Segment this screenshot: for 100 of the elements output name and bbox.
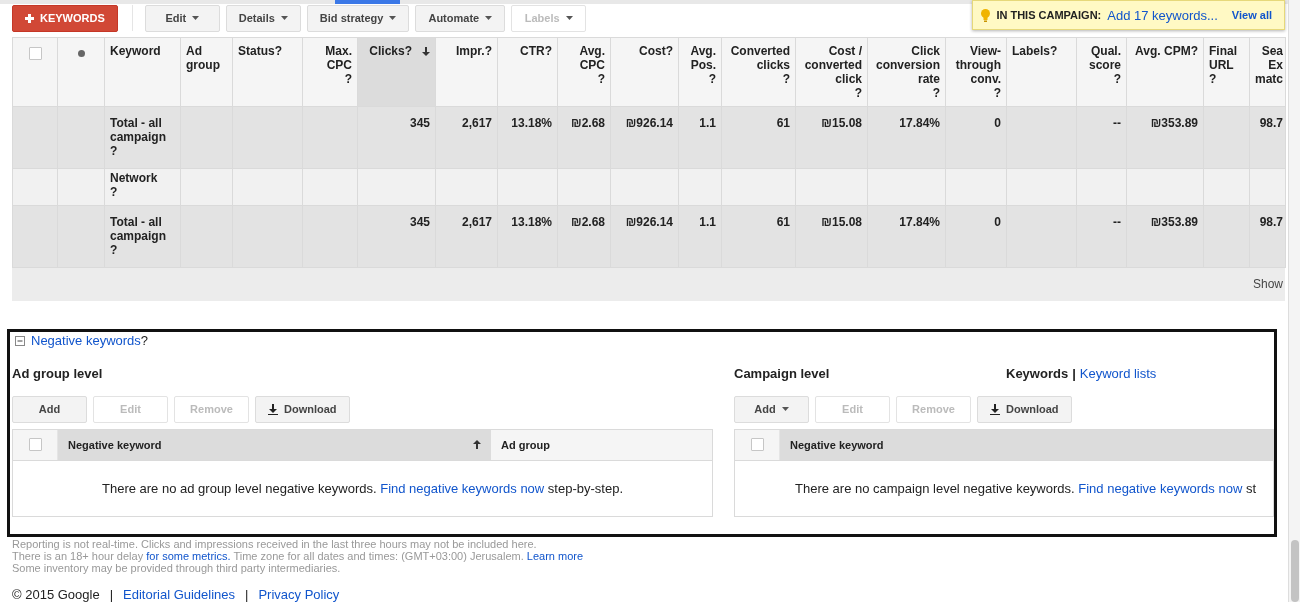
column-header[interactable]: Negative keyword [790, 438, 884, 451]
checkbox[interactable] [28, 438, 42, 452]
toolbar-button[interactable]: Details [225, 4, 301, 32]
table-cell: 0 [945, 106, 1007, 169]
scrollbar-thumb[interactable] [1291, 540, 1299, 602]
help-icon[interactable]: ? [1050, 43, 1058, 58]
table-cell: 0 [945, 205, 1007, 268]
help-icon[interactable]: ? [344, 71, 352, 86]
action-button[interactable]: Add [734, 395, 809, 423]
help-icon[interactable]: ? [597, 71, 605, 86]
dot-icon [77, 49, 85, 57]
table-cell: ₪926.14 [610, 106, 679, 169]
help-icon[interactable]: ? [708, 71, 716, 86]
table-cell: 2,617 [435, 106, 498, 169]
section-title-link[interactable]: Negative keywords [31, 333, 141, 349]
footer-link[interactable]: for some metrics. [146, 550, 231, 562]
help-icon[interactable]: ? [274, 43, 283, 58]
checkbox[interactable] [750, 438, 764, 452]
table-cell: 61 [721, 106, 796, 169]
column-header[interactable]: Clicks [369, 43, 405, 58]
find-negative-keywords-link[interactable]: Find negative keywords now [380, 480, 545, 496]
download-button[interactable]: Download [977, 395, 1072, 423]
tab[interactable]: Keywords [1006, 366, 1069, 382]
help-icon[interactable]: ? [1209, 71, 1217, 86]
column-header[interactable]: Labels [1012, 43, 1050, 58]
help-icon[interactable]: ? [1190, 43, 1198, 58]
column-header[interactable]: Sea Ex matc [1252, 43, 1283, 86]
table-cell: ₪2.68 [557, 205, 611, 268]
caret-icon [781, 407, 789, 412]
toolbar-button[interactable]: Bid strategy [306, 4, 410, 32]
separator: | [245, 587, 249, 602]
column-header[interactable]: Impr. [455, 43, 485, 58]
table-cell: 13.18% [497, 205, 558, 268]
action-button[interactable]: Add [12, 395, 87, 423]
column-header[interactable]: View-through conv. [951, 43, 1001, 86]
panel-title: Campaign level [734, 366, 830, 382]
help-icon[interactable]: ? [782, 71, 790, 86]
copyright-text: © 2015 Google [12, 587, 100, 602]
caret-icon [192, 16, 200, 21]
footnote: Reporting is not real-time. Clicks and impressions received in the last three hours may not be included here. [12, 538, 538, 550]
column-header[interactable]: Avg. Pos. [684, 43, 716, 72]
help-icon[interactable]: ? [854, 85, 862, 100]
column-header[interactable]: Qual. score [1082, 43, 1121, 72]
column-header[interactable]: Final URL [1209, 43, 1244, 72]
download-icon [268, 403, 278, 415]
help-icon[interactable]: ? [140, 333, 149, 349]
panel-title: Ad group level [12, 366, 103, 382]
view-all-link[interactable]: View all [1231, 9, 1272, 21]
column-header[interactable]: Ad group [186, 43, 227, 72]
toolbar-button[interactable]: Automate [415, 4, 506, 32]
footer-link[interactable]: Learn more [526, 550, 584, 562]
help-icon[interactable]: ? [544, 43, 552, 58]
column-header[interactable]: Click conversion rate [873, 43, 940, 86]
download-icon [990, 403, 1000, 415]
footnote: There is an 18+ hour delay for some metrics. Time zone for all dates and times: (GMT+03:00) Jerusalem. Learn more [12, 550, 585, 562]
help-icon[interactable]: ? [932, 85, 940, 100]
tab[interactable]: Keyword lists [1079, 366, 1157, 382]
help-icon[interactable]: ? [1113, 71, 1121, 86]
column-header[interactable]: Cost [639, 43, 666, 58]
footer-link[interactable]: Editorial Guidelines [123, 587, 236, 602]
table-cell: 345 [357, 106, 436, 169]
table-cell: 2,617 [435, 205, 498, 268]
help-icon[interactable]: ? [993, 85, 1001, 100]
column-header[interactable]: Ad group [501, 438, 550, 451]
column-header[interactable]: Converted clicks [727, 43, 790, 72]
table-cell: 345 [357, 205, 436, 268]
table-cell: ₪2.68 [557, 106, 611, 169]
column-header[interactable]: Status [238, 43, 275, 58]
table-cell: ₪353.89 [1126, 205, 1204, 268]
column-header[interactable]: Max. CPC [308, 43, 352, 72]
add-keywords-button[interactable]: KEYWORDS [12, 4, 118, 32]
help-icon[interactable]: ? [484, 43, 492, 58]
help-icon[interactable]: ? [404, 43, 412, 58]
column-header[interactable]: CTR [520, 43, 545, 58]
table-cell: ₪15.08 [795, 205, 868, 268]
column-header[interactable]: Keyword [110, 43, 161, 58]
help-icon[interactable]: ? [110, 184, 118, 199]
help-icon[interactable]: ? [110, 143, 118, 158]
column-header[interactable]: Negative keyword [68, 438, 162, 451]
help-icon[interactable]: ? [665, 43, 673, 58]
toolbar-button[interactable]: Edit [144, 4, 220, 32]
checkbox[interactable] [28, 47, 42, 61]
table-cell: 17.84% [867, 106, 946, 169]
footer-link[interactable]: Privacy Policy [258, 587, 340, 602]
collapse-icon[interactable] [15, 335, 25, 346]
table-cell: 98.7 [1249, 106, 1286, 169]
table-cell: 61 [721, 205, 796, 268]
help-icon[interactable]: ? [110, 242, 118, 257]
table-cell: 1.1 [678, 106, 722, 169]
empty-message: There are no ad group level negative keywords. Find negative keywords now step-by-step. [102, 480, 623, 496]
caret-icon [280, 16, 288, 21]
column-header[interactable]: Avg. CPC [563, 43, 605, 72]
find-negative-keywords-link[interactable]: Find negative keywords now [1078, 480, 1243, 496]
download-button[interactable]: Download [255, 395, 350, 423]
add-keywords-link[interactable]: Add 17 keywords... [1107, 7, 1218, 23]
column-header[interactable]: Cost / converted click [801, 43, 862, 86]
tab-separator: | [1072, 366, 1076, 382]
column-header[interactable]: Avg. CPM [1135, 43, 1191, 58]
caret-icon [565, 16, 573, 21]
caret-icon [389, 16, 397, 21]
